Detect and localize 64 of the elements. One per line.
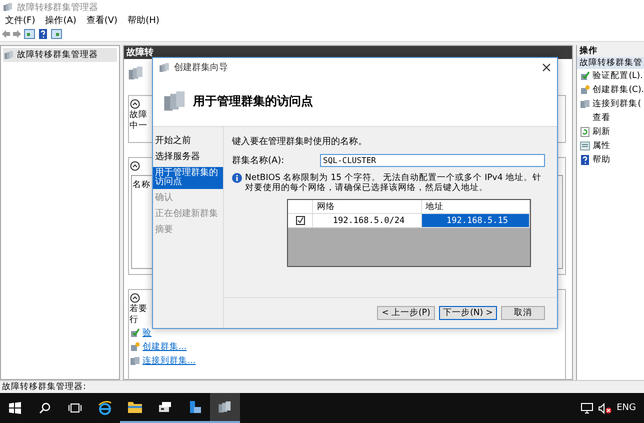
cluster-name-field[interactable]: SQL-CLUSTER: [320, 154, 545, 167]
menu-item[interactable]: 文件(F): [5, 14, 36, 27]
cluster-manager-icon[interactable]: [210, 393, 240, 423]
checkbox[interactable]: [296, 216, 304, 225]
server-check-icon: [130, 328, 140, 338]
collapse-icon[interactable]: [130, 99, 140, 109]
status-text: 故障转移群集管理器:: [2, 381, 86, 393]
cluster-icon: [128, 65, 144, 81]
section-text: 行: [130, 316, 139, 325]
section-text: 若要: [130, 305, 148, 314]
action-item[interactable]: 验证配置(L).: [576, 69, 644, 83]
wizard-step[interactable]: 用于管理群集的访问点: [153, 167, 223, 189]
link[interactable]: 创建群集...: [142, 341, 187, 353]
language-indicator[interactable]: ENG: [616, 403, 636, 413]
menu-item[interactable]: 帮助(H): [128, 14, 160, 27]
info-text: NetBIOS 名称限制为 15 个字符。 无法自动配置一个或多个 IPv4 地址。针对要使用的每个网络，请确保已选择该网络，然后键入地址。: [245, 173, 542, 193]
actions-header: 操作: [576, 45, 644, 57]
back-icon[interactable]: [2, 30, 10, 38]
column-header[interactable]: 名称: [132, 176, 152, 194]
address-cell[interactable]: 192.168.5.15: [422, 214, 530, 227]
dialog-title: 创建群集向导: [174, 62, 228, 74]
wizard-step[interactable]: 开始之前: [153, 135, 223, 148]
server-check-icon: [580, 71, 590, 81]
refresh-icon: [580, 127, 590, 137]
section-text: 故障: [130, 111, 148, 120]
field-label: 群集名称(A):: [232, 154, 286, 167]
wizard-icon: [159, 62, 170, 72]
action-item[interactable]: 查看: [576, 111, 644, 125]
column-header[interactable]: 地址: [422, 200, 530, 213]
wizard-icon: [163, 89, 187, 113]
servers-icon: [580, 99, 590, 109]
menu-item[interactable]: 查看(V): [86, 14, 118, 27]
volume-muted-icon[interactable]: [598, 402, 612, 414]
properties-icon: [580, 141, 590, 151]
help-icon: [580, 155, 590, 165]
close-button[interactable]: [542, 62, 551, 72]
page-heading: 用于管理群集的访问点: [193, 92, 313, 110]
tree-item[interactable]: 故障转移群集管理器: [3, 48, 117, 62]
info-icon: [232, 173, 242, 183]
wizard-button[interactable]: < 上一步(P): [377, 306, 435, 320]
action-item[interactable]: 帮助: [576, 153, 644, 167]
app-icon: [3, 2, 13, 12]
action-item[interactable]: 属性: [576, 139, 644, 153]
section-text: 中一: [130, 122, 148, 131]
wizard-button[interactable]: 下一步(N) >: [439, 306, 497, 320]
actions-group[interactable]: 故障转移群集管: [576, 57, 644, 69]
link[interactable]: 连接到群集...: [142, 355, 196, 367]
instruction-text: 键入要在管理群集时使用的名称。: [232, 136, 368, 148]
collapse-icon[interactable]: [130, 293, 140, 303]
link[interactable]: 验: [142, 327, 152, 339]
action-item[interactable]: 刷新: [576, 125, 644, 139]
column-header[interactable]: 网络: [313, 200, 422, 213]
servers-icon: [130, 356, 140, 366]
cluster-icon: [4, 50, 14, 60]
forward-icon[interactable]: [13, 30, 21, 38]
collapse-icon[interactable]: [130, 161, 140, 171]
wizard-button[interactable]: 取消: [501, 306, 545, 320]
action-item[interactable]: 连接到群集(: [576, 97, 644, 111]
network-icon[interactable]: [580, 402, 593, 414]
menu-item[interactable]: 操作(A): [45, 14, 76, 27]
wizard-step[interactable]: 选择服务器: [153, 151, 223, 164]
action-item[interactable]: 创建群集(C).: [576, 83, 644, 97]
tree-item-label: 故障转移群集管理器: [17, 49, 98, 61]
window-title: 故障转移群集管理器: [17, 2, 98, 14]
